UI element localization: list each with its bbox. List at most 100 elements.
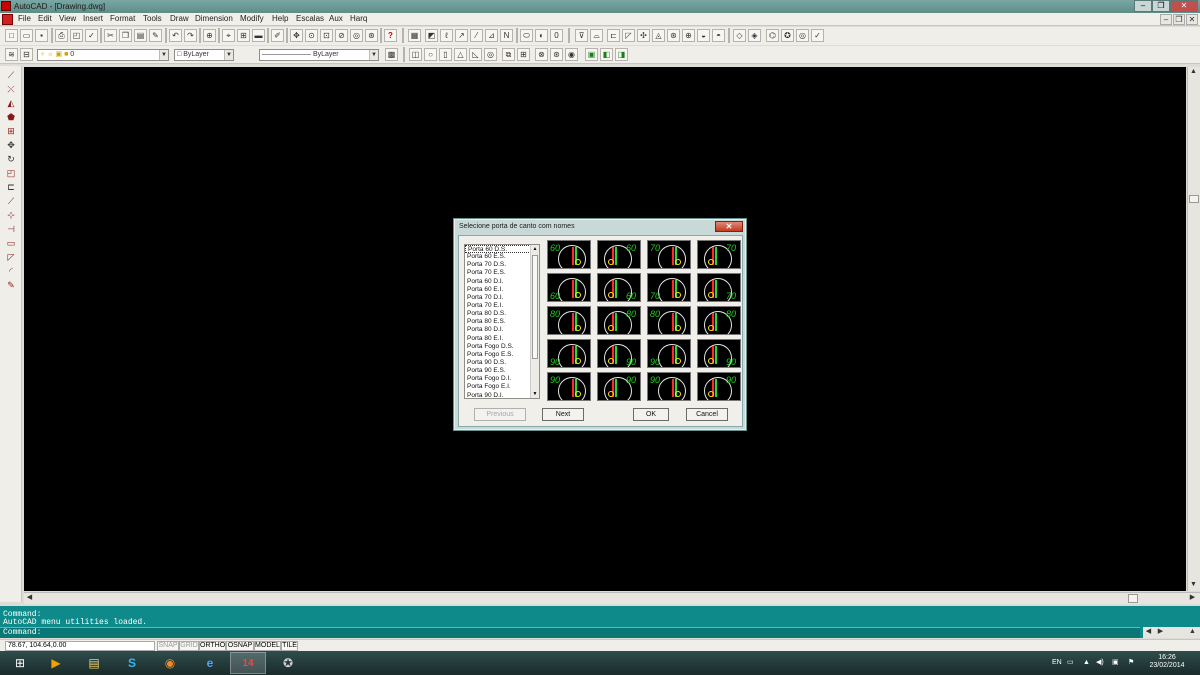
minimize-button[interactable]: – [1134, 0, 1152, 12]
door-list-item[interactable]: Porta 60 E.I. [465, 286, 539, 294]
mdi-close-button[interactable]: ✕ [1186, 14, 1198, 25]
color-dropdown[interactable]: □ ByLayer ▼ [174, 49, 234, 61]
firefox-icon[interactable]: ◉ [152, 652, 188, 674]
menu-tools[interactable]: Tools [143, 14, 162, 23]
door-preview-tile[interactable]: 80 [597, 306, 641, 335]
redo-icon[interactable]: ↷ [184, 29, 197, 42]
snap-toggle[interactable]: SNAP [157, 641, 179, 651]
door-list-item[interactable]: Porta 90 D.I. [465, 392, 539, 398]
zoom-realtime-icon[interactable]: ⊙ [305, 29, 318, 42]
ortho-toggle[interactable]: ORTHO [199, 641, 226, 651]
door-list-item[interactable]: Porta Fogo E.S. [465, 351, 539, 359]
harq-tool-1-icon[interactable]: ▦ [408, 29, 421, 42]
skype-icon[interactable]: S [114, 652, 150, 674]
ucs-icon[interactable]: ⊞ [237, 29, 250, 42]
door-tool-14-icon[interactable]: ✪ [781, 29, 794, 42]
door-tool-9-icon[interactable]: ◒ [697, 29, 710, 42]
scroll-right-arrow-icon[interactable]: ▶ [1155, 627, 1166, 637]
properties-icon[interactable]: ▩ [385, 48, 398, 61]
solid-tool-3-icon[interactable]: ⊗ [535, 48, 548, 61]
document-icon[interactable] [2, 14, 13, 25]
autocad-app-icon[interactable]: ✪ [270, 652, 306, 674]
polygon-icon[interactable]: ⬟ [4, 111, 18, 124]
menu-view[interactable]: View [59, 14, 76, 23]
menu-modify[interactable]: Modify [240, 14, 264, 23]
door-list-item[interactable]: Porta 60 D.I. [465, 278, 539, 286]
door-preview-tile[interactable]: 70 [647, 273, 691, 302]
door-tool-11-icon[interactable]: ◇ [733, 29, 746, 42]
door-tool-2-icon[interactable]: ⌓ [590, 29, 603, 42]
layer-dropdown[interactable]: ♀ ☼ ▣ ■ 0 ▼ [37, 49, 169, 61]
door-preview-tile[interactable]: 80 [697, 306, 741, 335]
cancel-button[interactable]: Cancel [686, 408, 728, 421]
trim-icon[interactable]: ⊹ [4, 209, 18, 222]
network-icon[interactable]: ▣ [1112, 651, 1119, 675]
door-preview-tile[interactable]: 90 [647, 372, 691, 401]
scale-icon[interactable]: ◰ [4, 167, 18, 180]
door-preview-tile[interactable]: 60 [547, 240, 591, 269]
rotate-icon[interactable]: ↻ [4, 153, 18, 166]
vertical-scrollbar[interactable]: ▲ ▼ [1187, 67, 1200, 591]
line-tool-icon[interactable]: ⟋ [4, 69, 18, 82]
undo-icon[interactable]: ↶ [169, 29, 182, 42]
action-center-flag-icon[interactable]: ⚑ [1128, 651, 1134, 675]
door-tool-10-icon[interactable]: ◓ [712, 29, 725, 42]
door-preview-tile[interactable]: 80 [547, 306, 591, 335]
list-scroll-thumb[interactable] [532, 255, 538, 359]
scroll-up-arrow-icon[interactable]: ▲ [531, 245, 539, 253]
snap-from-icon[interactable]: ⌖ [222, 29, 235, 42]
door-tool-16-icon[interactable]: ✓ [811, 29, 824, 42]
door-preview-tile[interactable]: 70 [697, 273, 741, 302]
pencil-icon[interactable]: ✐ [271, 29, 284, 42]
system-clock[interactable]: 16:26 23/02/2014 [1143, 654, 1191, 670]
zoom-dynamic-icon[interactable]: ⊘ [335, 29, 348, 42]
door-tool-3-icon[interactable]: ⊏ [607, 29, 620, 42]
scroll-up-arrow-icon[interactable]: ▲ [1188, 67, 1199, 77]
harq-tool-5-icon[interactable]: ⁄ [470, 29, 483, 42]
harq-tool-6-icon[interactable]: ⊿ [485, 29, 498, 42]
construction-line-icon[interactable]: ⤬ [4, 83, 18, 96]
keyboard-icon[interactable]: ▭ [1067, 651, 1074, 675]
layers-icon[interactable]: ≋ [5, 48, 18, 61]
door-tool-7-icon[interactable]: ⊛ [667, 29, 680, 42]
polyline-icon[interactable]: ◭ [4, 97, 18, 110]
horizontal-scroll-thumb[interactable] [1128, 594, 1138, 603]
menu-file[interactable]: File [18, 14, 31, 23]
door-tool-5-icon[interactable]: ✣ [637, 29, 650, 42]
wedge-icon[interactable]: ◺ [469, 48, 482, 61]
vertical-scroll-thumb[interactable] [1189, 195, 1199, 203]
door-preview-tile[interactable]: 90 [547, 372, 591, 401]
fillet-icon[interactable]: ◜ [4, 265, 18, 278]
scroll-left-arrow-icon[interactable]: ◀ [1143, 627, 1154, 637]
menu-insert[interactable]: Insert [83, 14, 103, 23]
harq-tool-4-icon[interactable]: ↗ [455, 29, 468, 42]
harq-tool-3-icon[interactable]: ℓ [440, 29, 453, 42]
door-preview-tile[interactable]: 90 [597, 339, 641, 368]
ok-button[interactable]: OK [633, 408, 669, 421]
tray-expand-icon[interactable]: ▲ [1083, 651, 1090, 675]
door-tool-1-icon[interactable]: ⊽ [575, 29, 588, 42]
break-icon[interactable]: ▭ [4, 237, 18, 250]
scroll-left-arrow-icon[interactable]: ◀ [24, 593, 35, 603]
hyperlink-icon[interactable]: ⊕ [203, 29, 216, 42]
windows-start-icon[interactable]: ⊞ [2, 652, 38, 674]
save-icon[interactable]: ▪ [35, 29, 48, 42]
command-scrollbar[interactable]: ◀ ▶ ▲ [1143, 627, 1200, 638]
menu-draw[interactable]: Draw [170, 14, 189, 23]
array-icon[interactable]: ⊞ [4, 125, 18, 138]
door-tool-12-icon[interactable]: ◈ [748, 29, 761, 42]
help-icon[interactable]: ? [384, 29, 397, 42]
door-list-item[interactable]: Porta Fogo D.I. [465, 375, 539, 383]
door-list-item[interactable]: Porta Fogo D.S. [465, 343, 539, 351]
door-list-item[interactable]: Porta 90 D.S. [465, 359, 539, 367]
door-preview-tile[interactable]: 70 [647, 240, 691, 269]
harq-tool-2-icon[interactable]: ◩ [425, 29, 438, 42]
menu-help[interactable]: Help [272, 14, 288, 23]
door-list-item[interactable]: Porta Fogo E.I. [465, 383, 539, 391]
door-preview-tile[interactable]: 60 [547, 273, 591, 302]
menu-format[interactable]: Format [110, 14, 135, 23]
solid-tool-7-icon[interactable]: ◧ [600, 48, 613, 61]
autocad-14-taskbar-icon[interactable]: 14 [230, 652, 266, 674]
menu-dimension[interactable]: Dimension [195, 14, 233, 23]
door-preview-tile[interactable]: 90 [547, 339, 591, 368]
